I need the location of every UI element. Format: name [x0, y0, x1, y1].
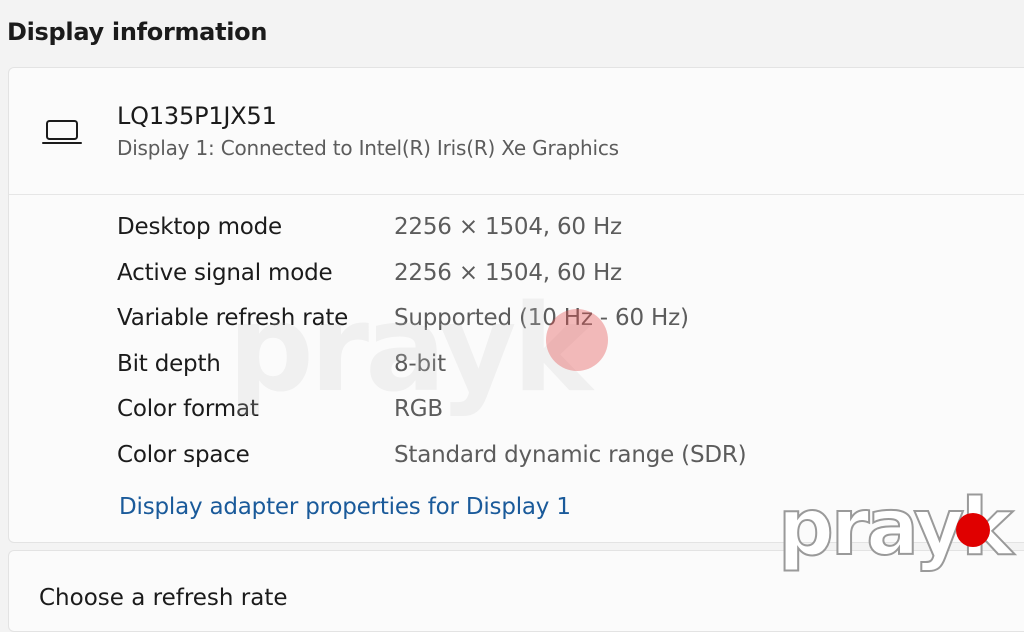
property-value: Supported (10 Hz - 60 Hz)	[394, 305, 689, 332]
property-label: Color format	[117, 396, 259, 423]
watermark-logo-dot	[956, 513, 990, 547]
property-value: 8-bit	[394, 350, 446, 377]
property-label: Active signal mode	[117, 259, 333, 286]
property-value: Standard dynamic range (SDR)	[394, 441, 747, 468]
laptop-icon	[42, 120, 82, 144]
display-info-card: LQ135P1JX51 Display 1: Connected to Inte…	[8, 67, 1024, 543]
display-adapter-properties-link[interactable]: Display adapter properties for Display 1	[119, 494, 571, 520]
property-label: Color space	[117, 441, 250, 468]
property-value: 2256 × 1504, 60 Hz	[394, 259, 622, 286]
display-connection: Display 1: Connected to Intel(R) Iris(R)…	[117, 136, 619, 160]
property-value: RGB	[394, 396, 443, 423]
refresh-rate-title: Choose a refresh rate	[39, 585, 288, 611]
section-title: Display information	[7, 18, 268, 46]
property-label: Desktop mode	[117, 214, 282, 240]
refresh-rate-card[interactable]: Choose a refresh rate	[8, 550, 1024, 632]
watermark-dot	[546, 309, 608, 371]
display-header: LQ135P1JX51 Display 1: Connected to Inte…	[9, 68, 1024, 195]
property-value: 2256 × 1504, 60 Hz	[394, 214, 622, 240]
property-label: Bit depth	[117, 350, 221, 377]
property-label: Variable refresh rate	[117, 305, 349, 332]
display-name: LQ135P1JX51	[117, 102, 277, 130]
